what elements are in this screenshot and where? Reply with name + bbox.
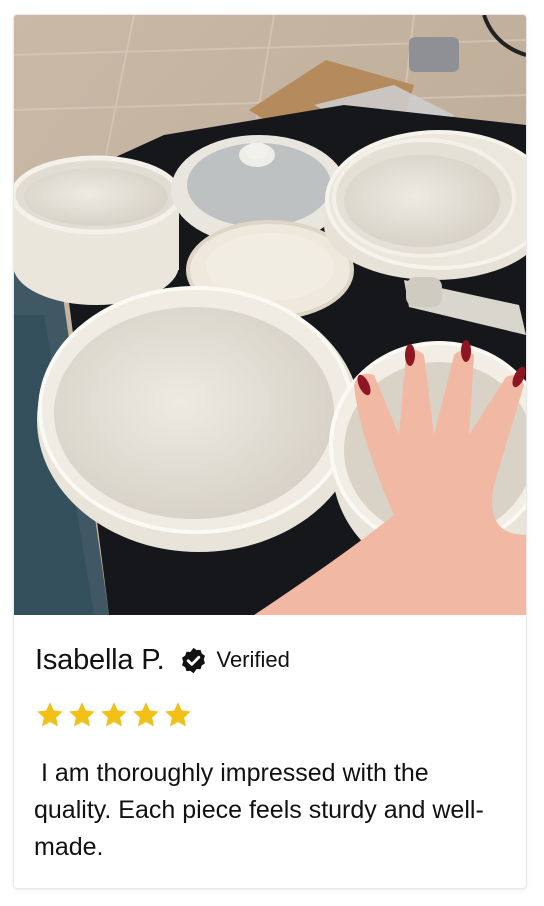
review-card: Isabella P. Verified I am thoroughly imp… [14, 15, 526, 888]
star-rating [34, 700, 194, 730]
review-photo[interactable] [14, 15, 526, 615]
reviewer-header: Isabella P. Verified [35, 642, 290, 678]
reviewer-name: Isabella P. [35, 643, 165, 676]
star-icon [101, 702, 127, 727]
verified-badge: Verified [179, 646, 290, 675]
review-text: I am thoroughly impressed with the quali… [34, 759, 484, 861]
star-icon [133, 702, 159, 727]
check-badge-icon [182, 647, 206, 673]
star-icon [69, 702, 95, 727]
star-icon [165, 702, 191, 727]
verified-label: Verified [216, 647, 290, 672]
star-icon [37, 702, 63, 727]
